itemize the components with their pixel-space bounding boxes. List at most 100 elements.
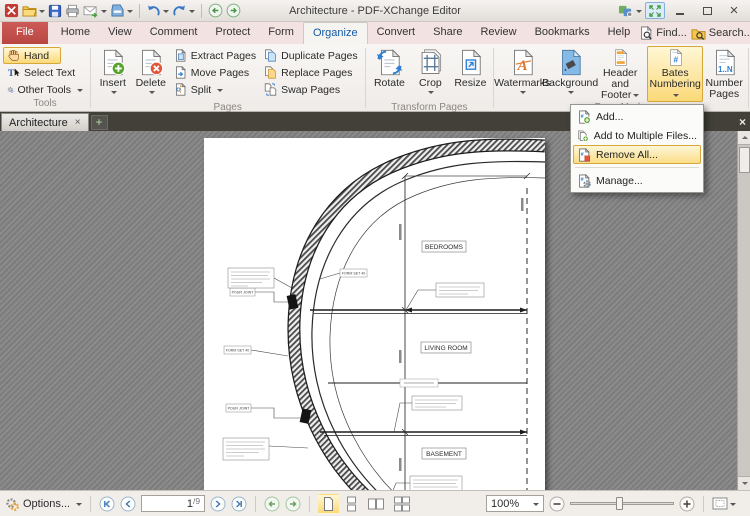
next-page-button[interactable]	[210, 496, 226, 512]
history-back-button[interactable]	[208, 3, 223, 18]
group-label-tools: Tools	[1, 98, 89, 111]
menu-item-add-to-multiple-files[interactable]: Add to Multiple Files...	[573, 126, 701, 145]
watermarks-caret	[520, 91, 526, 97]
resize-button[interactable]: Resize	[450, 46, 490, 102]
header-and-footer-button[interactable]: Header and Footer	[593, 46, 647, 102]
last-page-button[interactable]	[231, 496, 247, 512]
split-button[interactable]: Split	[170, 81, 260, 98]
tab-share[interactable]: Share	[424, 22, 471, 44]
two-pages-continuous-layout-button[interactable]	[390, 494, 414, 514]
ui-options-button[interactable]	[618, 4, 642, 18]
options-button[interactable]: Options...	[5, 497, 82, 511]
resize-icon	[457, 49, 484, 76]
room-label-bedrooms: BEDROOMS	[425, 244, 464, 251]
view-back-button[interactable]	[264, 496, 280, 512]
search-button[interactable]: Search...	[691, 27, 750, 40]
other-tools-caret	[77, 89, 83, 95]
continuous-layout-button[interactable]	[341, 494, 362, 514]
insert-pages-button[interactable]: Insert	[94, 46, 132, 102]
fit-page-caret	[730, 503, 736, 509]
bates-numbering-menu: # Add... Add to Multiple Files... # Remo…	[570, 104, 704, 193]
tab-bookmarks[interactable]: Bookmarks	[526, 22, 599, 44]
undo-icon	[146, 4, 161, 17]
document-tab-architecture[interactable]: Architecture ×	[1, 113, 89, 131]
page-number-field[interactable]: 1/9	[141, 495, 205, 512]
scan-button[interactable]	[110, 4, 133, 17]
undo-button[interactable]	[146, 4, 169, 17]
swap-pages-button[interactable]: Swap Pages	[260, 81, 361, 98]
minimize-button[interactable]	[668, 2, 692, 19]
background-button[interactable]: Background	[547, 46, 593, 102]
scroll-up-arrow[interactable]	[738, 131, 750, 145]
save-button[interactable]	[48, 4, 62, 18]
architecture-drawing: BEDROOMS LIVING ROOM BASEMENT FORM SET 4…	[204, 138, 545, 490]
zoom-slider-thumb[interactable]	[616, 497, 623, 510]
hand-tool-button[interactable]: Hand	[3, 47, 61, 64]
fit-page-button[interactable]	[712, 497, 736, 510]
print-button[interactable]	[65, 4, 80, 18]
number-pages-label-2: Pages	[709, 89, 739, 100]
insert-page-icon	[99, 49, 126, 76]
two-pages-layout-icon	[367, 496, 385, 512]
menu-item-remove-all[interactable]: # Remove All...	[573, 145, 701, 164]
replace-pages-button[interactable]: Replace Pages	[260, 64, 361, 81]
watermarks-icon: A	[509, 49, 536, 76]
svg-text:#: #	[581, 113, 584, 119]
history-forward-button[interactable]	[226, 3, 241, 18]
delete-page-icon	[137, 49, 164, 76]
single-page-layout-button[interactable]	[318, 494, 339, 514]
tab-file[interactable]: File	[2, 22, 48, 44]
document-tab-close-icon[interactable]: ×	[75, 118, 81, 128]
view-forward-button[interactable]	[285, 496, 301, 512]
open-button[interactable]	[22, 4, 45, 17]
scrollbar-thumb[interactable]	[739, 147, 750, 173]
other-tools-button[interactable]: Other Tools	[3, 81, 87, 98]
fullscreen-button[interactable]	[645, 2, 665, 19]
zoom-slider[interactable]	[570, 497, 674, 510]
duplicate-pages-button[interactable]: Duplicate Pages	[260, 47, 361, 64]
tab-view[interactable]: View	[99, 22, 141, 44]
pdf-page[interactable]: BEDROOMS LIVING ROOM BASEMENT FORM SET 4…	[204, 138, 545, 490]
zoom-in-button[interactable]	[679, 496, 695, 512]
close-pane-icon[interactable]: ×	[739, 115, 746, 129]
redo-button[interactable]	[172, 4, 195, 17]
find-button[interactable]: Find...	[639, 26, 687, 40]
toolbar-separator	[139, 4, 140, 18]
tab-help[interactable]: Help	[599, 22, 640, 44]
move-pages-button[interactable]: Move Pages	[170, 64, 260, 81]
crop-button[interactable]: Crop	[410, 46, 450, 102]
menu-item-manage[interactable]: # Manage...	[573, 171, 701, 190]
tab-home[interactable]: Home	[52, 22, 99, 44]
background-caret	[568, 91, 574, 97]
zoom-level-select[interactable]: 100%	[486, 495, 544, 512]
number-pages-button[interactable]: 1..N Number Pages	[703, 46, 745, 102]
two-pages-layout-button[interactable]	[364, 494, 388, 514]
bates-numbering-button[interactable]: # Bates Numbering	[647, 46, 703, 102]
tab-comment[interactable]: Comment	[141, 22, 207, 44]
vertical-scrollbar[interactable]	[737, 131, 750, 490]
tab-protect[interactable]: Protect	[206, 22, 259, 44]
previous-page-icon	[120, 496, 136, 512]
open-folder-icon	[22, 4, 37, 17]
zoom-out-button[interactable]	[549, 496, 565, 512]
tab-form[interactable]: Form	[259, 22, 303, 44]
tab-organize[interactable]: Organize	[303, 22, 368, 44]
extract-pages-button[interactable]: Extract Pages	[170, 47, 260, 64]
maximize-button[interactable]	[695, 2, 719, 19]
tab-review[interactable]: Review	[471, 22, 525, 44]
close-button[interactable]: ×	[722, 2, 746, 19]
rotate-button[interactable]: Rotate	[368, 46, 410, 102]
scanner-icon	[110, 4, 125, 17]
scroll-down-arrow[interactable]	[738, 476, 750, 490]
tab-convert[interactable]: Convert	[368, 22, 425, 44]
new-document-tab-button[interactable]: +	[91, 115, 108, 130]
email-button[interactable]	[83, 4, 107, 18]
delete-pages-button[interactable]: Delete	[132, 46, 170, 102]
header-and-footer-label-1: Header and	[596, 68, 644, 90]
menu-item-add[interactable]: # Add...	[573, 107, 701, 126]
svg-text:#: #	[581, 151, 584, 157]
previous-page-button[interactable]	[120, 496, 136, 512]
first-page-button[interactable]	[99, 496, 115, 512]
select-text-button[interactable]: T Select Text	[3, 64, 87, 81]
watermarks-button[interactable]: A Watermarks	[497, 46, 547, 102]
